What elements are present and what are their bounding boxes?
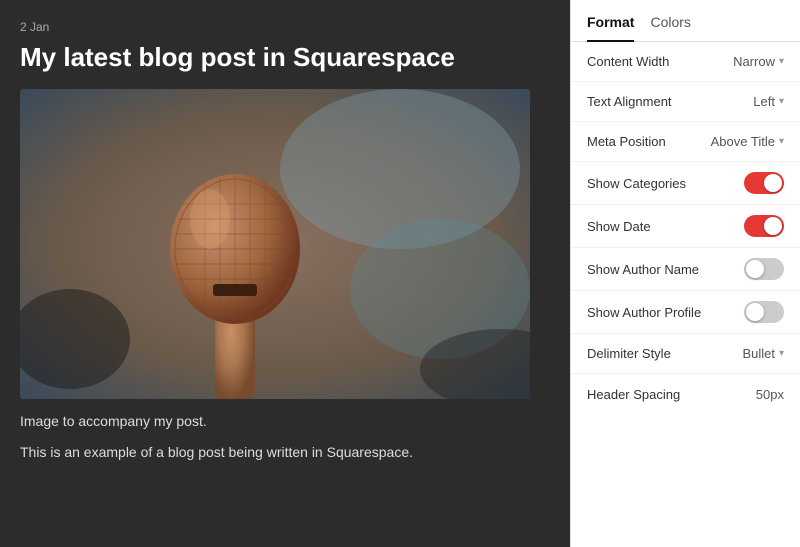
- show-categories-toggle[interactable]: [744, 172, 784, 194]
- show-author-profile-toggle[interactable]: [744, 301, 784, 323]
- content-area: 2 Jan My latest blog post in Squarespace: [0, 0, 570, 547]
- setting-show-date: Show Date: [571, 205, 800, 248]
- chevron-down-icon: ▾: [779, 348, 784, 359]
- chevron-down-icon: ▾: [779, 136, 784, 147]
- meta-position-value: Above Title: [711, 134, 775, 149]
- show-author-name-toggle[interactable]: [744, 258, 784, 280]
- post-title: My latest blog post in Squarespace: [20, 42, 550, 73]
- setting-show-categories: Show Categories: [571, 162, 800, 205]
- delimiter-style-label: Delimiter Style: [587, 346, 671, 361]
- setting-text-alignment: Text Alignment Left ▾: [571, 82, 800, 122]
- header-spacing-label: Header Spacing: [587, 387, 680, 402]
- toggle-knob: [764, 217, 782, 235]
- chevron-down-icon: ▾: [779, 56, 784, 67]
- content-width-control[interactable]: Narrow ▾: [733, 54, 784, 69]
- text-alignment-label: Text Alignment: [587, 94, 672, 109]
- meta-position-control[interactable]: Above Title ▾: [711, 134, 784, 149]
- header-spacing-value: 50px: [756, 387, 784, 402]
- delimiter-style-value: Bullet: [742, 346, 775, 361]
- show-date-toggle[interactable]: [744, 215, 784, 237]
- image-caption: Image to accompany my post.: [20, 413, 550, 429]
- setting-meta-position: Meta Position Above Title ▾: [571, 122, 800, 162]
- toggle-knob: [746, 303, 764, 321]
- show-categories-label: Show Categories: [587, 176, 686, 191]
- content-width-label: Content Width: [587, 54, 669, 69]
- delimiter-style-control[interactable]: Bullet ▾: [742, 346, 784, 361]
- setting-delimiter-style: Delimiter Style Bullet ▾: [571, 334, 800, 374]
- settings-panel: Format Colors Content Width Narrow ▾ Tex…: [570, 0, 800, 547]
- show-author-name-label: Show Author Name: [587, 262, 699, 277]
- tab-colors[interactable]: Colors: [650, 0, 690, 42]
- setting-header-spacing: Header Spacing 50px: [571, 374, 800, 414]
- post-date: 2 Jan: [20, 20, 550, 34]
- content-width-value: Narrow: [733, 54, 775, 69]
- text-alignment-control[interactable]: Left ▾: [753, 94, 784, 109]
- tab-format[interactable]: Format: [587, 0, 634, 42]
- show-date-label: Show Date: [587, 219, 651, 234]
- setting-show-author-name: Show Author Name: [571, 248, 800, 291]
- meta-position-label: Meta Position: [587, 134, 666, 149]
- text-alignment-value: Left: [753, 94, 775, 109]
- setting-show-author-profile: Show Author Profile: [571, 291, 800, 334]
- panel-tabs: Format Colors: [571, 0, 800, 42]
- post-image: [20, 89, 530, 399]
- toggle-knob: [746, 260, 764, 278]
- panel-content: Content Width Narrow ▾ Text Alignment Le…: [571, 42, 800, 547]
- setting-content-width: Content Width Narrow ▾: [571, 42, 800, 82]
- show-author-profile-label: Show Author Profile: [587, 305, 701, 320]
- toggle-knob: [764, 174, 782, 192]
- chevron-down-icon: ▾: [779, 96, 784, 107]
- post-body: This is an example of a blog post being …: [20, 441, 550, 463]
